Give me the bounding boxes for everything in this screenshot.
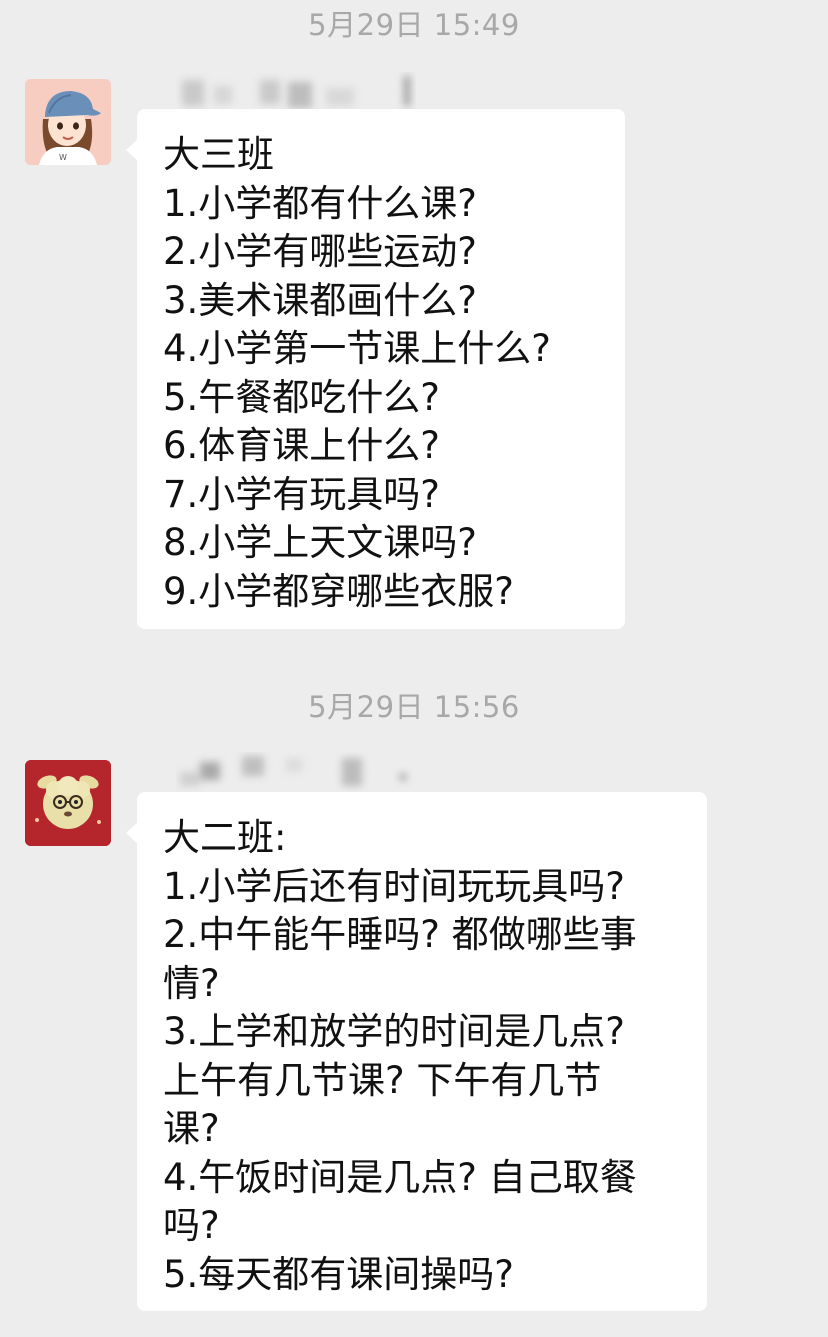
message-line: 1.小学都有什么课? <box>163 181 477 225</box>
svg-text:W: W <box>59 153 67 162</box>
avatar-girl-icon[interactable]: W <box>25 79 111 165</box>
message-bubble-1[interactable]: 大三班 1.小学都有什么课? 2.小学有哪些运动? 3.美术课都画什么? 4.小… <box>126 109 625 629</box>
message-line: 课? <box>163 1107 220 1150</box>
message-line: 上午有几节课? 下午有几节 <box>163 1058 602 1102</box>
message-line: 大三班 <box>163 133 274 176</box>
message-line: 大二班: <box>163 816 287 859</box>
timestamp-2: 5月29日 15:56 <box>308 690 520 724</box>
message-line: 7.小学有玩具吗? <box>163 472 440 516</box>
message-line: 5.每天都有课间操吗? <box>163 1252 514 1296</box>
message-line: 3.美术课都画什么? <box>163 278 477 322</box>
message-line: 情? <box>163 961 220 1005</box>
sender-name-blurred <box>176 72 416 112</box>
timestamp-1: 5月29日 15:49 <box>308 8 520 42</box>
message-line: 吗? <box>163 1204 220 1247</box>
message-line: 2.中午能午睡吗? 都做哪些事 <box>163 913 637 956</box>
message-line: 5.午餐都吃什么? <box>163 375 440 419</box>
avatar-alpaca-icon[interactable] <box>25 760 111 846</box>
message-line: 8.小学上天文课吗? <box>163 521 477 564</box>
message-bubble-2[interactable]: 大二班: 1.小学后还有时间玩玩具吗? 2.中午能午睡吗? 都做哪些事 情? 3… <box>126 792 707 1311</box>
message-line: 1.小学后还有时间玩玩具吗? <box>163 864 625 908</box>
message-line: 4.午饭时间是几点? 自己取餐 <box>163 1155 637 1199</box>
message-line: 2.小学有哪些运动? <box>163 230 477 273</box>
message-line: 3.上学和放学的时间是几点? <box>163 1010 625 1053</box>
message-line: 4.小学第一节课上什么? <box>163 327 551 370</box>
message-line: 6.体育课上什么? <box>163 424 440 467</box>
message-line: 9.小学都穿哪些衣服? <box>163 569 514 613</box>
sender-name-blurred <box>176 752 416 792</box>
